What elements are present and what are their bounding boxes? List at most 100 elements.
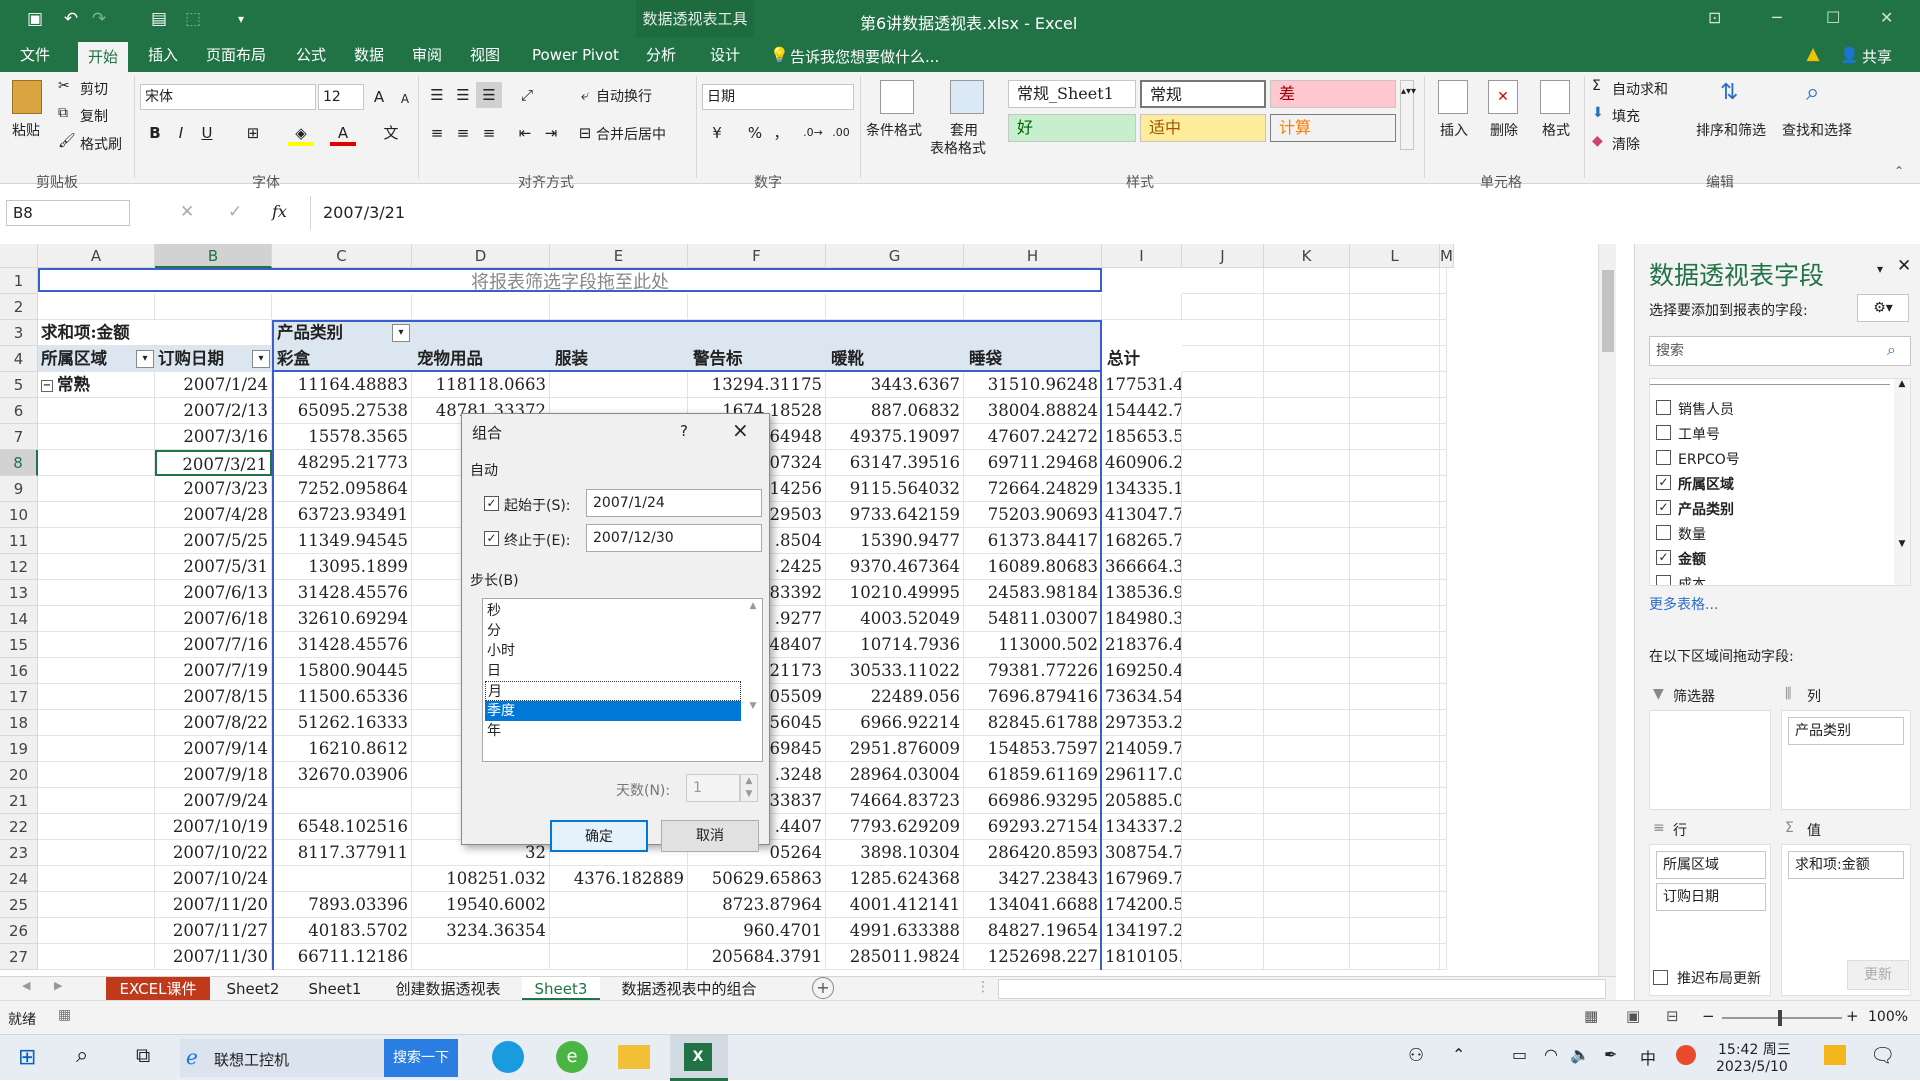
redo-icon[interactable]: ↷ (86, 6, 112, 32)
format-cells-icon[interactable] (1540, 80, 1570, 114)
battery-icon[interactable]: ▭ (1512, 1045, 1527, 1064)
empty-cell[interactable] (1182, 658, 1264, 684)
empty-cell[interactable] (1264, 502, 1350, 528)
row-header[interactable]: 9 (0, 476, 38, 502)
shape-icon[interactable]: ⬚ (180, 6, 206, 32)
row-group-cell[interactable] (38, 606, 155, 632)
table-cell[interactable]: 74664.83723 (826, 788, 964, 814)
empty-cell[interactable] (1350, 814, 1440, 840)
table-cell[interactable]: 61373.84417 (964, 528, 1102, 554)
column-header-G[interactable]: G (826, 244, 964, 268)
empty-cell[interactable] (1350, 866, 1440, 892)
empty-cell[interactable] (1182, 450, 1264, 476)
underline-button[interactable]: U (194, 120, 220, 146)
table-cell[interactable]: 174200.5948 (1102, 892, 1182, 918)
row-group-cell[interactable]: − 常熟 (38, 372, 155, 398)
empty-cell[interactable] (1182, 866, 1264, 892)
empty-cell[interactable] (1350, 736, 1440, 762)
align-middle-icon[interactable]: ☰ (450, 82, 476, 108)
row-group-cell[interactable] (38, 918, 155, 944)
table-cell[interactable]: 297353.2423 (1102, 710, 1182, 736)
table-cell[interactable]: 24583.98184 (964, 580, 1102, 606)
clear-icon[interactable]: ◆ (1592, 133, 1603, 149)
field-checkbox[interactable] (1656, 400, 1671, 415)
empty-cell[interactable] (1264, 372, 1350, 398)
pivot-column-header[interactable]: 宠物用品 (414, 346, 552, 372)
search-taskbar-icon[interactable]: ⌕ (76, 1043, 88, 1068)
empty-cell[interactable] (1182, 710, 1264, 736)
empty-cell[interactable] (1182, 944, 1264, 970)
empty-cell[interactable] (1264, 788, 1350, 814)
table-cell[interactable]: 2007/9/24 (155, 788, 272, 814)
table-cell[interactable]: 2007/11/30 (155, 944, 272, 970)
video-tray-icon[interactable] (1824, 1045, 1846, 1065)
field-checkbox[interactable] (1656, 425, 1671, 440)
filters-area[interactable] (1649, 710, 1771, 810)
empty-cell[interactable] (1350, 892, 1440, 918)
table-cell[interactable]: 32670.03906 (272, 762, 412, 788)
empty-cell[interactable] (1440, 450, 1447, 476)
row-header[interactable]: 1 (0, 268, 38, 294)
empty-cell[interactable] (1264, 294, 1350, 320)
table-cell[interactable]: 30533.11022 (826, 658, 964, 684)
table-cell[interactable]: 82845.61788 (964, 710, 1102, 736)
row-header[interactable]: 4 (0, 346, 38, 372)
table-cell[interactable]: 2007/11/27 (155, 918, 272, 944)
table-cell[interactable]: 960.4701 (688, 918, 826, 944)
table-cell[interactable]: 308754.7564 (1102, 840, 1182, 866)
column-header-E[interactable]: E (550, 244, 688, 268)
zoom-level[interactable]: 100% (1868, 1009, 1908, 1025)
table-cell[interactable]: 2007/8/15 (155, 684, 272, 710)
column-header-K[interactable]: K (1264, 244, 1350, 268)
empty-cell[interactable] (1440, 320, 1447, 346)
table-cell[interactable]: 11164.48883 (272, 372, 412, 398)
empty-cell[interactable] (1264, 632, 1350, 658)
sheet-tab-sheet2[interactable]: Sheet2 (214, 977, 292, 1001)
insert-function-icon[interactable]: fx (272, 202, 287, 221)
row-header[interactable]: 11 (0, 528, 38, 554)
increase-decimal-icon[interactable]: .0→ (800, 120, 826, 146)
empty-cell[interactable] (1350, 840, 1440, 866)
horizontal-scrollbar[interactable] (998, 979, 1606, 999)
select-all-corner[interactable] (0, 244, 38, 268)
field-item[interactable]: 成本 (1650, 572, 1890, 585)
add-sheet-icon[interactable]: + (812, 977, 834, 999)
table-cell[interactable]: 2007/10/22 (155, 840, 272, 866)
empty-cell[interactable] (1182, 346, 1264, 372)
table-cell[interactable]: 13294.31175 (688, 372, 826, 398)
empty-cell[interactable] (1350, 944, 1440, 970)
wrap-text-icon[interactable]: ⤶ (572, 82, 598, 108)
style-bad[interactable]: 差 (1270, 80, 1396, 108)
clear-button[interactable]: 清除 (1612, 134, 1640, 154)
sheet-tab-sheet3[interactable]: Sheet3 (522, 977, 600, 1001)
row-group-cell[interactable] (38, 580, 155, 606)
sheet-tab-sheet1[interactable]: Sheet1 (296, 977, 374, 1001)
row-header[interactable]: 6 (0, 398, 38, 424)
table-cell[interactable]: 4376.182889 (550, 866, 688, 892)
table-cell[interactable]: 205885.0432 (1102, 788, 1182, 814)
days-input[interactable]: 1 (686, 774, 740, 802)
field-checkbox[interactable]: ✓ (1656, 475, 1671, 490)
empty-cell[interactable] (1264, 762, 1350, 788)
format-cells-button[interactable]: 格式 (1542, 120, 1570, 140)
table-cell[interactable]: 2007/3/16 (155, 424, 272, 450)
column-header-B[interactable]: B (155, 244, 272, 268)
table-cell[interactable]: 2007/1/24 (155, 372, 272, 398)
empty-cell[interactable] (1350, 918, 1440, 944)
table-cell[interactable] (550, 372, 688, 398)
search-button[interactable]: 搜索一下 (384, 1039, 458, 1077)
table-cell[interactable]: 22489.056 (826, 684, 964, 710)
formula-input[interactable]: 2007/3/21 (310, 196, 1906, 230)
table-cell[interactable] (272, 866, 412, 892)
table-cell[interactable]: 8117.377911 (272, 840, 412, 866)
empty-cell[interactable] (1182, 528, 1264, 554)
paste-icon[interactable] (12, 80, 42, 114)
empty-cell[interactable] (1440, 398, 1447, 424)
table-cell[interactable]: 2007/9/14 (155, 736, 272, 762)
table-cell[interactable]: 2007/7/19 (155, 658, 272, 684)
print-preview-icon[interactable]: ▤ (146, 6, 172, 32)
row-group-cell[interactable] (38, 762, 155, 788)
empty-cell[interactable] (1350, 476, 1440, 502)
empty-cell[interactable] (1182, 424, 1264, 450)
empty-cell[interactable] (1350, 320, 1440, 346)
